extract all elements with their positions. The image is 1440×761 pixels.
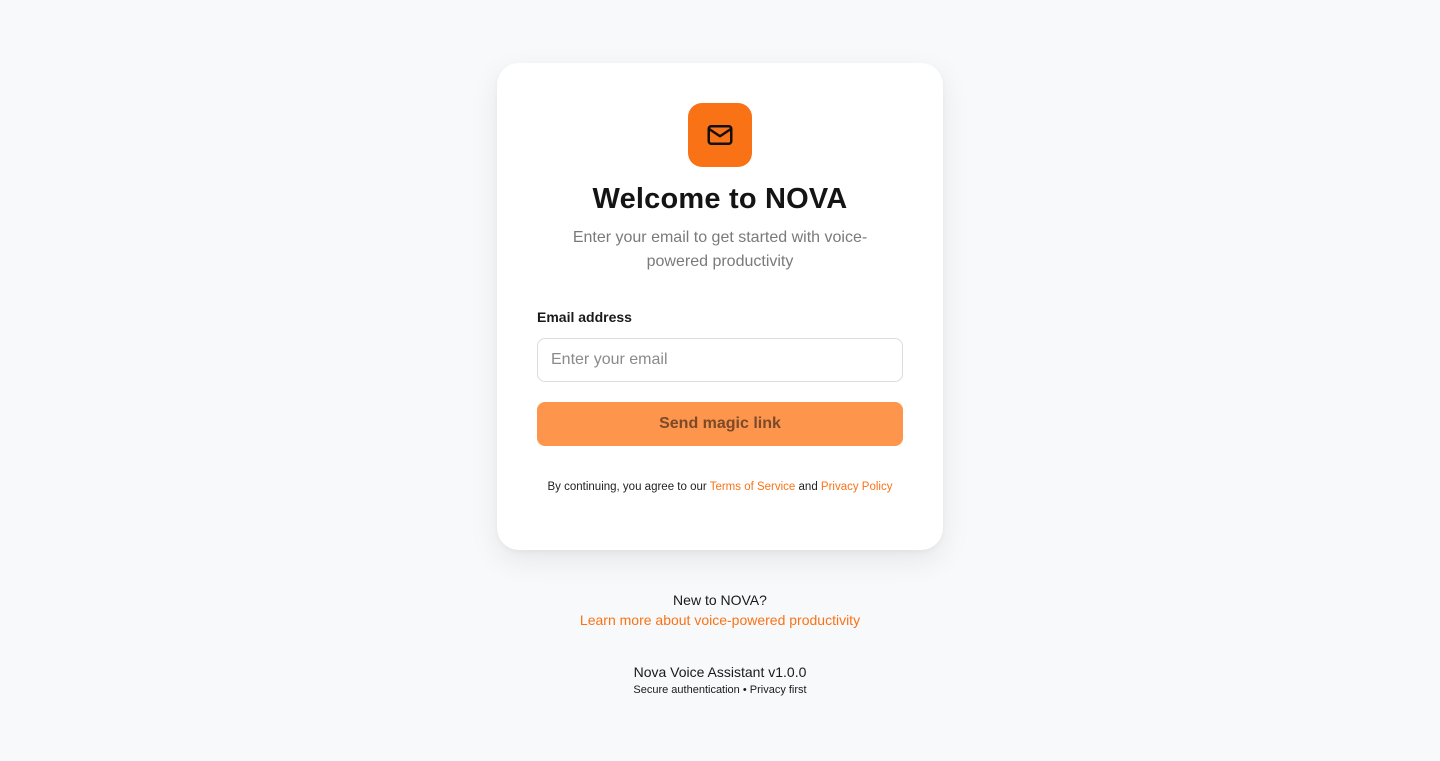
legal-prefix: By continuing, you agree to our [547, 481, 710, 493]
login-card: Welcome to NOVA Enter your email to get … [497, 63, 943, 550]
terms-of-service-link[interactable]: Terms of Service [710, 481, 796, 493]
page-subtitle: Enter your email to get started with voi… [572, 229, 868, 270]
footer: Nova Voice Assistant v1.0.0 Secure authe… [0, 662, 1440, 698]
email-input[interactable] [537, 338, 903, 382]
footer-tagline: Secure authentication • Privacy first [633, 684, 807, 696]
mail-icon [707, 125, 733, 145]
privacy-policy-link[interactable]: Privacy Policy [821, 481, 893, 493]
send-magic-link-button[interactable]: Send magic link [537, 402, 903, 446]
new-user-question: New to NOVA? [673, 592, 767, 608]
app-version: Nova Voice Assistant v1.0.0 [633, 664, 807, 680]
signup-prompt: New to NOVA? Learn more about voice-powe… [0, 590, 1440, 630]
email-label: Email address [537, 309, 632, 325]
logo-tile [688, 103, 752, 167]
legal-notice: By continuing, you agree to our Terms of… [537, 479, 903, 495]
page-title: Welcome to NOVA [592, 183, 848, 215]
learn-more-link[interactable]: Learn more about voice-powered productiv… [580, 610, 860, 630]
legal-and: and [795, 481, 821, 493]
